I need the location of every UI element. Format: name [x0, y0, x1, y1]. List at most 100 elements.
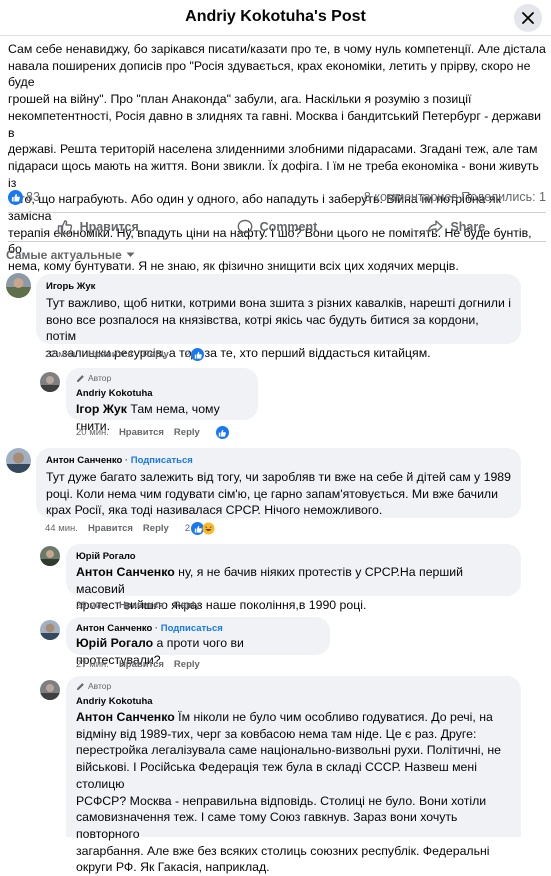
comment-time[interactable]: 27 мин. [76, 659, 109, 670]
comment-bubble: Юрій Рогало Антон Санченко ну, я не бачи… [66, 544, 521, 612]
laughing-reaction-icon [202, 522, 215, 535]
comment-meta: 22 мин. Нравится Reply 2 [45, 348, 205, 361]
comment-sort-dropdown[interactable]: Самые актуальные [6, 248, 135, 262]
share-button-label: Share [450, 220, 486, 234]
pen-icon [76, 683, 84, 691]
comment-meta: 44 мин. Нравится Reply 2 [45, 522, 215, 535]
comment-author[interactable]: Юрій Рогало [76, 550, 511, 563]
shares-count[interactable]: Поделились: 1 [461, 190, 546, 204]
post-line: навала поширених дописів про "Росія здув… [8, 58, 531, 90]
reaction-count: 2 [184, 523, 191, 534]
like-button-label: Нравится [79, 220, 139, 234]
comment-line: крах Росії, яка тоді називалася СРСР. Ні… [46, 503, 383, 518]
post-line: грошей на війну". Про "план Анаконда" за… [8, 92, 472, 107]
avatar[interactable] [40, 620, 60, 640]
dialog-title: Andriy Kokotuha's Post [185, 8, 366, 25]
sort-label: Самые актуальные [6, 248, 122, 262]
like-reaction-icon [191, 348, 205, 361]
share-button[interactable]: Share [367, 213, 546, 241]
like-reaction-icon[interactable] [215, 426, 229, 439]
comment-button-label: Comment [259, 220, 318, 234]
comment-reply-button[interactable]: Reply [143, 349, 169, 360]
share-icon [427, 220, 444, 234]
comment-bubble: Игорь Жук Тут важливо, щоб нитки, котрим… [36, 274, 521, 360]
comments-count[interactable]: 8 комментариев [364, 190, 458, 204]
comment-reactions[interactable]: 2 [185, 522, 215, 535]
comment-reactions[interactable]: 2 [184, 348, 205, 361]
comment-bubble: Автор Andriy Kokotuha Антон Санченко Їм … [66, 676, 521, 874]
author-badge: Автор [76, 681, 511, 692]
reaction-count: 2 [184, 349, 191, 360]
mention-link[interactable]: Ігор Жук [76, 402, 127, 416]
post-line: Сам себе ненавиджу, бо зарікався писати/… [8, 42, 546, 56]
avatar[interactable] [6, 448, 31, 473]
author-badge: Автор [76, 373, 248, 384]
like-reaction-icon[interactable] [8, 190, 23, 205]
comment-author[interactable]: Игорь Жук [46, 280, 511, 293]
comment-author[interactable]: Andriy Kokotuha [76, 695, 511, 708]
avatar[interactable] [40, 372, 60, 392]
comment-line: Тут важливо, щоб нитки, котрими вона зши… [46, 296, 511, 310]
mention-link[interactable]: Юрій Рогало [76, 636, 153, 650]
avatar-photo-icon [6, 448, 31, 473]
post-line: державі. Решта територій населена злиден… [8, 142, 538, 157]
comment-reply-button[interactable]: Reply [174, 659, 200, 670]
close-button[interactable] [514, 4, 542, 32]
comment-line: округи РФ. Як Гакасія, наприклад. [76, 860, 270, 875]
comment-button[interactable]: Comment [187, 213, 366, 241]
comment-meta: 20 мин. Нравится Reply [76, 426, 229, 439]
author-badge-label: Автор [88, 373, 112, 383]
avatar[interactable] [40, 546, 60, 566]
comment-header: Антон Санченко · Подписаться [76, 623, 223, 634]
comment-line: загарбання. Але вже без всяких столиць с… [76, 843, 490, 858]
follow-button[interactable]: Подписаться [161, 623, 223, 634]
comment-line: перестройка легалізувала саме національн… [76, 743, 502, 758]
comment-like-button[interactable]: Нравится [119, 600, 164, 611]
avatar-photo-icon [40, 620, 60, 640]
mention-link[interactable]: Антон Санченко [76, 710, 175, 724]
comment-author[interactable]: Andriy Kokotuha [76, 387, 248, 400]
like-button[interactable]: Нравится [8, 213, 187, 241]
comment-line: відміну від 1989-тих, черг за ковбасою н… [76, 726, 477, 741]
mention-link[interactable]: Антон Санченко [76, 565, 175, 579]
comment-line: Тут дуже багато залежить від тогу, чи за… [46, 470, 511, 484]
comment-time[interactable]: 22 мин. [45, 349, 78, 360]
comment-time[interactable]: 20 мин. [76, 427, 109, 438]
comment-time[interactable]: 29 мин. [76, 600, 109, 611]
avatar-photo-icon [40, 680, 60, 700]
comment-text: Антон Санченко Їм ніколи не було чим осо… [76, 709, 511, 876]
comment-like-button[interactable]: Нравится [119, 659, 164, 670]
follow-button[interactable]: Подписаться [131, 455, 193, 466]
close-icon [522, 12, 534, 24]
pen-icon [76, 375, 84, 383]
thumbs-up-icon [57, 220, 72, 235]
comment-line: Їм ніколи не було чим особливо годуватис… [174, 710, 493, 724]
comment-meta: 27 мин. Нравится Reply [76, 659, 200, 670]
comment-reply-button[interactable]: Reply [174, 427, 200, 438]
avatar-photo-icon [40, 546, 60, 566]
comment-reply-button[interactable]: Reply [143, 523, 169, 534]
avatar[interactable] [6, 273, 31, 298]
post-stats: 83 8 комментариев Поделились: 1 [8, 189, 546, 207]
comment-line: військові. І Російська Федерація теж бул… [76, 760, 477, 791]
comment-line: воно все розпалося на князівства, котрі … [46, 312, 479, 344]
comment-bubble: Антон Санченко · Подписаться Тут дуже ба… [36, 448, 521, 518]
comment-meta: 29 мин. Нравится Reply [76, 600, 200, 611]
post-actions-bar: Нравится Comment Share [8, 212, 546, 242]
avatar[interactable] [40, 680, 60, 700]
comment-author[interactable]: Антон Санченко [76, 623, 152, 634]
comment-time[interactable]: 44 мин. [45, 523, 78, 534]
comment-like-button[interactable]: Нравится [88, 349, 133, 360]
comment-icon [237, 219, 253, 235]
likes-count[interactable]: 83 [26, 190, 40, 204]
comment-reply-button[interactable]: Reply [174, 600, 200, 611]
post-dialog-header: Andriy Kokotuha's Post [0, 0, 551, 36]
comment-like-button[interactable]: Нравится [119, 427, 164, 438]
comment-line: РСФСР? Москва - неправильна відповідь. С… [76, 793, 487, 808]
caret-down-icon [126, 252, 135, 257]
avatar-photo-icon [6, 273, 31, 298]
comment-header: Антон Санченко · Подписаться [46, 455, 193, 466]
comment-line: році. Коли нема чим годувати сім'ю, це г… [46, 486, 498, 501]
comment-author[interactable]: Антон Санченко [46, 455, 122, 466]
comment-like-button[interactable]: Нравится [88, 523, 133, 534]
